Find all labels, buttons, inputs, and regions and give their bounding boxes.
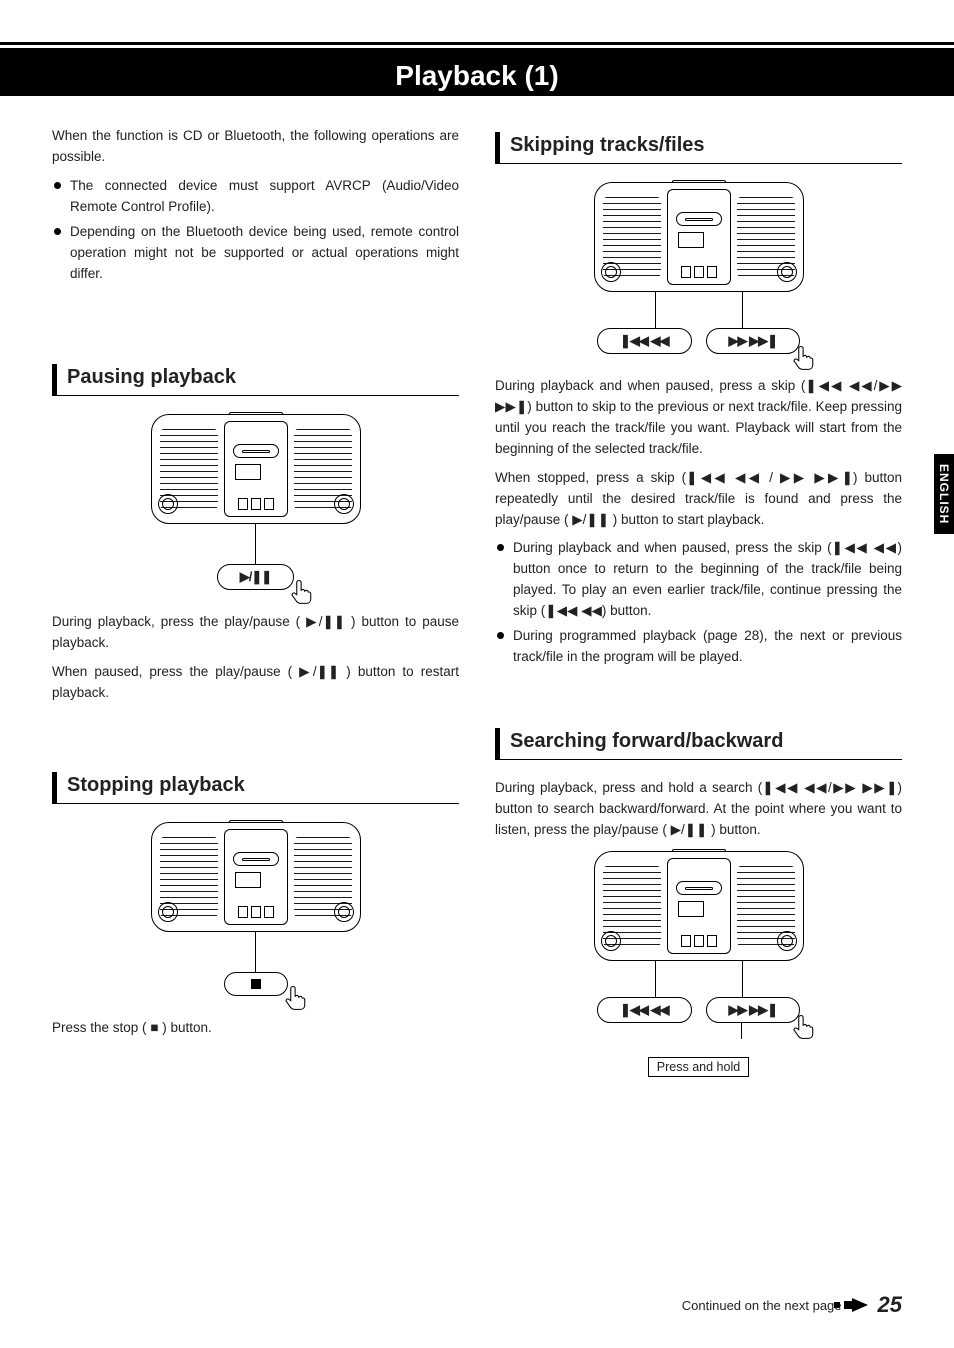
skipping-bullet: During programmed playback (page 28), th… <box>495 626 902 668</box>
hand-pointer-icon <box>282 984 310 1012</box>
hand-pointer-icon <box>790 1013 818 1041</box>
skipping-p1: During playback and when paused, press a… <box>495 376 902 460</box>
intro-bullet: Depending on the Bluetooth device being … <box>52 222 459 285</box>
page-number: 25 <box>878 1292 902 1318</box>
language-tab: ENGLISH <box>934 454 954 534</box>
search-next-callout: ▶▶ ▶▶❚ <box>706 997 801 1023</box>
intro-bullet: The connected device must support AVRCP … <box>52 176 459 218</box>
stop-icon <box>251 979 261 989</box>
skipping-p2: When stopped, press a skip (❚◀◀ ◀◀ / ▶▶ … <box>495 468 902 531</box>
continued-label: Continued on the next page <box>682 1298 842 1313</box>
pausing-heading: Pausing playback <box>52 364 459 396</box>
page-title-text: Playback (1) <box>395 60 558 92</box>
stopping-heading: Stopping playback <box>52 772 459 804</box>
hand-pointer-icon <box>790 344 818 372</box>
left-column: When the function is CD or Bluetooth, th… <box>52 126 459 1099</box>
right-column: Skipping tracks/files <box>495 126 902 1099</box>
continue-arrow-icon <box>852 1298 868 1312</box>
play-pause-icon: ▶/❚❚ <box>240 569 271 585</box>
skipping-diagram: ❚◀◀ ◀◀ ▶▶ ▶▶❚ <box>495 182 902 354</box>
intro-text: When the function is CD or Bluetooth, th… <box>52 126 459 168</box>
skipping-bullets: During playback and when paused, press t… <box>495 538 902 668</box>
play-pause-callout: ▶/❚❚ <box>217 564 294 590</box>
searching-p1: During playback, press and hold a search… <box>495 778 902 841</box>
skip-next-callout: ▶▶ ▶▶❚ <box>706 328 801 354</box>
stopping-diagram <box>52 822 459 996</box>
skipping-bullet: During playback and when paused, press t… <box>495 538 902 622</box>
search-prev-icon: ❚◀◀ ◀◀ <box>620 1002 669 1018</box>
pausing-p1: During playback, press the play/pause ( … <box>52 612 459 654</box>
stop-callout <box>224 972 288 996</box>
footer: Continued on the next page 25 <box>52 1292 902 1318</box>
pausing-p2: When paused, press the play/pause ( ▶/❚❚… <box>52 662 459 704</box>
search-prev-callout: ❚◀◀ ◀◀ <box>597 997 692 1023</box>
press-hold-label: Press and hold <box>648 1057 749 1077</box>
searching-heading: Searching forward/backward <box>495 728 902 760</box>
skip-next-icon: ▶▶ ▶▶❚ <box>729 333 778 349</box>
searching-diagram: ❚◀◀ ◀◀ ▶▶ ▶▶❚ Press and hold <box>495 851 902 1077</box>
page-title: Playback (1) <box>0 48 954 96</box>
intro-bullets: The connected device must support AVRCP … <box>52 176 459 285</box>
pausing-diagram: ▶/❚❚ <box>52 414 459 590</box>
stopping-p1: Press the stop ( ■ ) button. <box>52 1018 459 1039</box>
skip-prev-callout: ❚◀◀ ◀◀ <box>597 328 692 354</box>
hand-pointer-icon <box>288 578 316 606</box>
search-next-icon: ▶▶ ▶▶❚ <box>729 1002 778 1018</box>
skip-prev-icon: ❚◀◀ ◀◀ <box>620 333 669 349</box>
skipping-heading: Skipping tracks/files <box>495 132 902 164</box>
